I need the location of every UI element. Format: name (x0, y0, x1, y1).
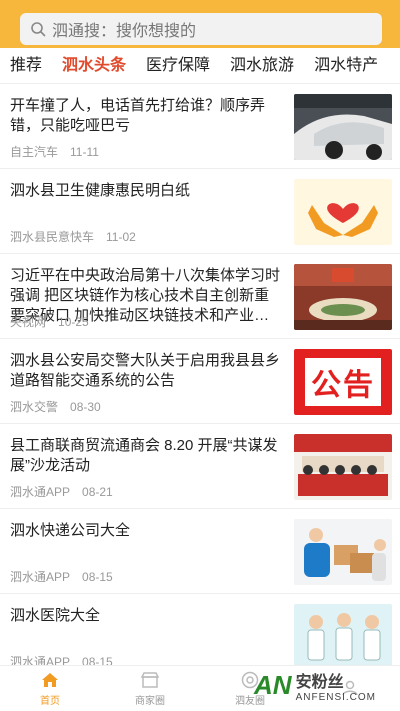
news-item[interactable]: 开车撞了人，电话首先打给谁？顺序弄错，只能吃哑巴亏 自主汽车 11-11 (0, 84, 400, 169)
notice-text: 公告 (305, 358, 381, 406)
nav-label: 首页 (40, 696, 60, 707)
news-meta: 泗水县民意快车 11-02 (10, 228, 136, 245)
news-title: 开车撞了人，电话首先打给谁？顺序弄错，只能吃哑巴亏 (10, 97, 266, 134)
category-tabs: 推荐 泗水头条 医疗保障 泗水旅游 泗水特产 (0, 48, 400, 84)
news-source: 泗水通APP (10, 485, 71, 499)
news-meta: 泗水通APP 08-21 (10, 483, 113, 500)
news-meta: 泗水通APP 08-15 (10, 653, 113, 665)
news-source: 泗水通APP (10, 655, 71, 665)
news-thumbnail (294, 519, 392, 585)
news-meta: 央视网 10-25 (10, 313, 89, 330)
nav-label: 商家圈 (135, 696, 165, 707)
news-source: 泗水县民意快车 (10, 230, 95, 244)
news-date: 08-15 (82, 655, 113, 665)
news-meta: 自主汽车 11-11 (10, 143, 99, 160)
news-thumbnail (294, 94, 392, 160)
search-bar[interactable]: 泗通搜：搜你想搜的 (20, 13, 382, 45)
news-item[interactable]: 泗水快递公司大全 泗水通APP 08-15 (0, 509, 400, 594)
news-date: 10-25 (58, 315, 89, 329)
news-thumbnail (294, 604, 392, 665)
search-icon (31, 22, 46, 37)
watermark-mark: AN (254, 669, 292, 700)
tab-medical[interactable]: 医疗保障 (136, 48, 220, 84)
search-placeholder: 泗通搜：搜你想搜的 (52, 23, 197, 40)
tab-sishui-headlines[interactable]: 泗水头条 (52, 48, 136, 84)
tab-travel[interactable]: 泗水旅游 (220, 48, 304, 84)
news-item[interactable]: 泗水县卫生健康惠民明白纸 泗水县民意快车 11-02 (0, 169, 400, 254)
heart-hands-icon (294, 179, 392, 245)
news-item[interactable]: 县工商联商贸流通商会 8.20 开展“共谋发展”沙龙活动 泗水通APP 08-21 (0, 424, 400, 509)
tab-recommend[interactable]: 推荐 (0, 48, 52, 84)
news-title: 泗水县卫生健康惠民明白纸 (10, 182, 191, 199)
news-meta: 泗水通APP 08-15 (10, 568, 113, 585)
news-item[interactable]: 泗水医院大全 泗水通APP 08-15 (0, 594, 400, 665)
news-item[interactable]: 习近平在中央政治局第十八次集体学习时强调 把区块链作为核心技术自主创新重要突破口… (0, 254, 400, 339)
news-title: 泗水县公安局交警大队关于启用我县县乡道路智能交通系统的公告 (10, 352, 280, 389)
news-list: 开车撞了人，电话首先打给谁？顺序弄错，只能吃哑巴亏 自主汽车 11-11 泗水县卫… (0, 84, 400, 665)
watermark-logo: AN 安粉丝 ANFENSI.COM (254, 663, 394, 707)
news-title: 泗水医院大全 (10, 607, 101, 624)
news-date: 08-15 (82, 570, 113, 584)
news-title: 县工商联商贸流通商会 8.20 开展“共谋发展”沙龙活动 (10, 437, 278, 474)
news-source: 泗水通APP (10, 570, 71, 584)
nav-home[interactable]: 首页 (0, 666, 100, 711)
news-thumbnail (294, 264, 392, 330)
news-date: 08-21 (82, 485, 113, 499)
news-meta: 泗水交警 08-30 (10, 398, 101, 415)
news-title: 泗水快递公司大全 (10, 522, 131, 539)
watermark-cn: 安粉丝 (295, 673, 344, 691)
tab-specialty[interactable]: 泗水特产 (304, 48, 388, 84)
news-date: 11-11 (70, 145, 99, 159)
news-source: 泗水交警 (10, 400, 59, 414)
app-header: 泗通搜：搜你想搜的 (0, 0, 400, 48)
news-item[interactable]: 泗水县公安局交警大队关于启用我县县乡道路智能交通系统的公告 泗水交警 08-30 … (0, 339, 400, 424)
watermark-en: ANFENSI.COM (295, 691, 377, 703)
news-source: 自主汽车 (10, 145, 59, 159)
news-thumbnail (294, 434, 392, 500)
shop-icon (140, 672, 160, 688)
home-icon (42, 673, 58, 687)
news-source: 央视网 (10, 315, 47, 329)
notice-thumbnail: 公告 (294, 349, 392, 415)
watermark-text: 安粉丝 ANFENSI.COM (296, 668, 376, 703)
news-date: 11-02 (106, 230, 136, 244)
news-date: 08-30 (70, 400, 101, 414)
nav-shops[interactable]: 商家圈 (100, 666, 200, 711)
